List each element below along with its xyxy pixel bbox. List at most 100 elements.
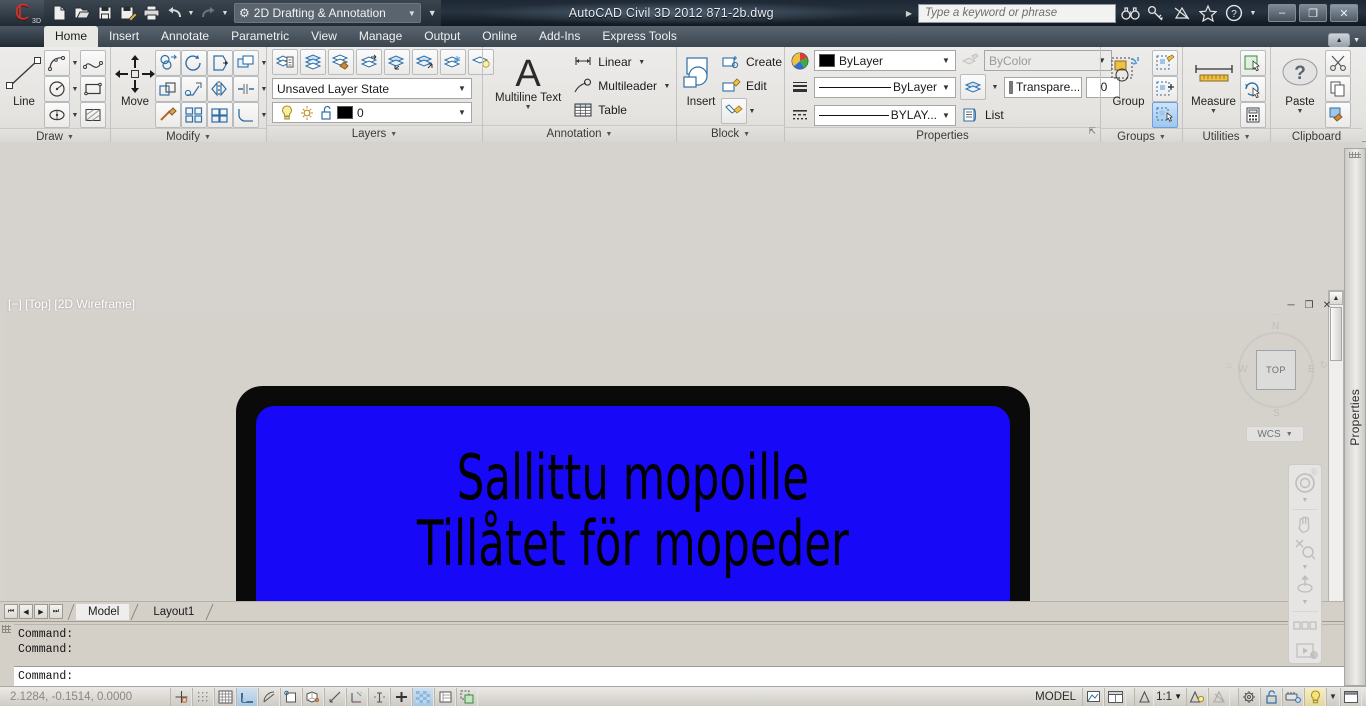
measure-button[interactable]: Measure ▼ bbox=[1187, 50, 1240, 115]
break-icon[interactable] bbox=[233, 76, 259, 102]
tab-annotate[interactable]: Annotate bbox=[150, 26, 220, 47]
object-color-swatch[interactable] bbox=[819, 54, 835, 67]
copy-icon[interactable] bbox=[155, 50, 181, 76]
viewcube-south-label[interactable]: S bbox=[1273, 408, 1280, 419]
rotate-icon[interactable] bbox=[181, 50, 207, 76]
tab-last-button[interactable]: ⏭ bbox=[49, 604, 63, 619]
infocenter-expand-icon[interactable]: ▶ bbox=[902, 9, 916, 18]
layout-tab-layout1[interactable]: Layout1 bbox=[141, 604, 204, 620]
transparency-toggle-icon[interactable] bbox=[412, 687, 434, 706]
scroll-thumb[interactable] bbox=[1330, 307, 1342, 361]
pan-hand-icon[interactable] bbox=[1291, 513, 1319, 537]
dynamic-input-icon[interactable] bbox=[368, 687, 390, 706]
array-icon[interactable] bbox=[181, 102, 207, 128]
doc-restore-button[interactable]: ❐ bbox=[1302, 298, 1316, 312]
block-editor-icon[interactable] bbox=[207, 102, 233, 128]
group-button[interactable]: Group bbox=[1105, 50, 1152, 108]
annotation-visibility-icon[interactable] bbox=[1186, 687, 1208, 706]
star-icon[interactable] bbox=[1196, 2, 1220, 24]
add-to-group-icon[interactable] bbox=[1152, 76, 1178, 102]
orbit-icon[interactable] bbox=[1291, 573, 1319, 597]
hatch-icon[interactable] bbox=[80, 102, 106, 128]
tab-output[interactable]: Output bbox=[413, 26, 471, 47]
viewcube-close-icon[interactable]: ✕ bbox=[1272, 314, 1280, 319]
plot-icon[interactable] bbox=[140, 2, 162, 24]
help-icon[interactable]: ? bbox=[1222, 2, 1246, 24]
status-menu-dropdown-icon[interactable]: ▼ bbox=[1326, 687, 1340, 706]
orbit-dropdown[interactable]: ▼ bbox=[1291, 598, 1319, 608]
ribbon-minimize-dropdown-icon[interactable]: ▼ bbox=[1353, 37, 1360, 44]
linetype-combo[interactable]: BYLAY... ▼ bbox=[814, 104, 956, 126]
edit-attribute-dropdown[interactable]: ▼ bbox=[747, 98, 757, 124]
unlock-icon[interactable] bbox=[317, 103, 337, 123]
search-input[interactable]: Type a keyword or phrase bbox=[918, 3, 1116, 23]
fillet-icon[interactable] bbox=[233, 102, 259, 128]
viewcube-east-label[interactable]: E bbox=[1308, 364, 1315, 375]
viewcube-ucs-selector[interactable]: WCS ▼ bbox=[1246, 426, 1304, 442]
layout-tab-model[interactable]: Model bbox=[76, 603, 130, 620]
paste-button[interactable]: ? Paste ▼ bbox=[1275, 50, 1325, 115]
tab-first-button[interactable]: ⏮ bbox=[4, 604, 18, 619]
tab-next-button[interactable]: ▶ bbox=[34, 604, 48, 619]
scale-icon[interactable] bbox=[181, 76, 207, 102]
binoculars-icon[interactable] bbox=[1118, 2, 1142, 24]
edit-block-item[interactable]: Edit bbox=[721, 74, 782, 98]
hardware-acceleration-icon[interactable] bbox=[1282, 687, 1304, 706]
viewcube-home-icon[interactable]: ⌂ bbox=[1226, 360, 1232, 371]
doc-minimize-button[interactable]: ─ bbox=[1284, 298, 1298, 312]
mirror-icon[interactable] bbox=[207, 76, 233, 102]
quick-select-icon[interactable] bbox=[1240, 50, 1266, 76]
qat-customize-icon[interactable]: ▼ bbox=[428, 8, 437, 18]
object-color-combo[interactable]: ByLayer ▼ bbox=[814, 50, 956, 71]
annotation-scale-value[interactable]: 1:1 bbox=[1154, 691, 1174, 703]
layer-properties-icon[interactable] bbox=[272, 49, 298, 75]
signin-icon[interactable] bbox=[1170, 2, 1194, 24]
command-window-grip[interactable] bbox=[2, 625, 11, 633]
viewcube-north-label[interactable]: N bbox=[1272, 321, 1279, 332]
open-icon[interactable] bbox=[71, 2, 93, 24]
measure-dropdown[interactable]: ▼ bbox=[1210, 108, 1217, 115]
copy-clip-icon[interactable] bbox=[1325, 76, 1351, 102]
quick-calc-cursor-icon[interactable] bbox=[1240, 76, 1266, 102]
tab-home[interactable]: Home bbox=[44, 26, 99, 47]
layer-off-icon[interactable] bbox=[384, 49, 410, 75]
panel-block-title[interactable]: Block ▼ bbox=[677, 125, 784, 142]
model-space-icon[interactable] bbox=[1082, 687, 1105, 706]
multiline-text-dropdown[interactable]: ▼ bbox=[525, 104, 532, 111]
freeze-sun-icon[interactable] bbox=[297, 103, 317, 123]
lineweight-combo[interactable]: ByLayer ▼ bbox=[814, 76, 956, 98]
close-button[interactable]: ✕ bbox=[1330, 4, 1358, 22]
ribbon-minimize-button[interactable]: ▲ bbox=[1328, 33, 1351, 47]
panel-layers-title[interactable]: Layers ▼ bbox=[267, 125, 482, 142]
list-item-button[interactable]: List bbox=[960, 103, 1004, 127]
explode-icon[interactable] bbox=[155, 102, 181, 128]
ortho-mode-icon[interactable] bbox=[236, 687, 258, 706]
tab-manage[interactable]: Manage bbox=[348, 26, 413, 47]
tab-parametric[interactable]: Parametric bbox=[220, 26, 300, 47]
grid-display-icon[interactable] bbox=[214, 687, 236, 706]
minimize-button[interactable]: – bbox=[1268, 4, 1296, 22]
layer-combo[interactable]: 0 ▼ bbox=[272, 102, 472, 123]
snap-mode-icon[interactable] bbox=[192, 687, 214, 706]
viewcube-refresh-icon[interactable]: ↻ bbox=[1320, 360, 1328, 371]
linear-dimension-item[interactable]: Linear ▼ bbox=[573, 50, 672, 74]
properties-palette-dock[interactable]: Properties bbox=[1344, 148, 1366, 686]
transparency-combo[interactable]: Transpare... bbox=[1004, 76, 1082, 98]
selection-cycling-icon[interactable] bbox=[456, 687, 478, 706]
ellipse-dropdown[interactable]: ▼ bbox=[70, 102, 80, 128]
viewport-label[interactable]: [−] [Top] [2D Wireframe] bbox=[8, 297, 135, 311]
create-block-item[interactable]: Create bbox=[721, 50, 782, 74]
showmotion-windows-icon[interactable] bbox=[1291, 615, 1319, 639]
clean-screen-lightbulb-icon[interactable] bbox=[1304, 687, 1326, 706]
stretch-icon[interactable] bbox=[155, 76, 181, 102]
arc-dropdown[interactable]: ▼ bbox=[70, 50, 80, 76]
doc-close-button[interactable]: ✕ bbox=[1320, 298, 1334, 312]
panel-properties-dialog-launcher[interactable]: ⇱ bbox=[1088, 123, 1096, 140]
new-icon[interactable] bbox=[48, 2, 70, 24]
save-as-icon[interactable] bbox=[117, 2, 139, 24]
transparency-layer-dropdown[interactable]: ▼ bbox=[990, 74, 1000, 100]
properties-dock-grip[interactable] bbox=[1349, 152, 1361, 158]
redo-dropdown[interactable]: ▼ bbox=[220, 0, 230, 26]
save-icon[interactable] bbox=[94, 2, 116, 24]
zoom-extents-icon[interactable] bbox=[1291, 537, 1319, 561]
